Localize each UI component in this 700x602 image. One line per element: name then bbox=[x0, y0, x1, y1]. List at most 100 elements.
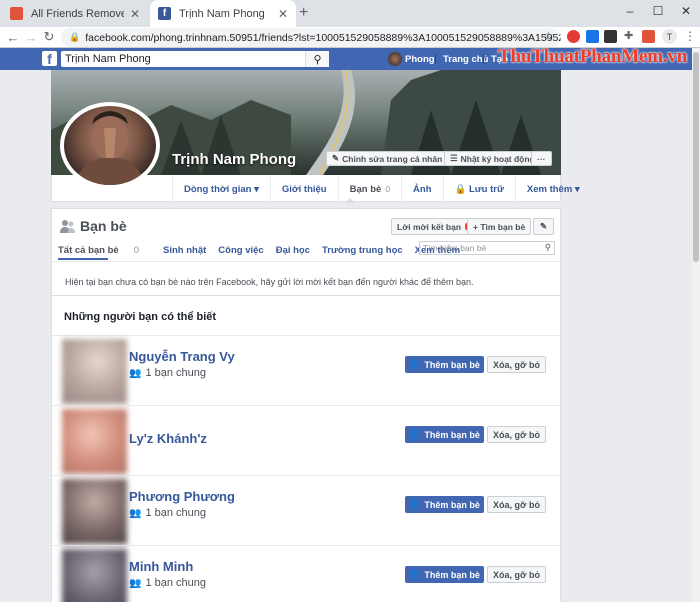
divider bbox=[435, 54, 436, 64]
suggestion-row: Ly'z Khánh'z 👤 Thêm bạn bè Xóa, gỡ bỏ bbox=[52, 405, 560, 476]
home-link[interactable]: Trang chủ bbox=[443, 51, 488, 67]
add-friend-button[interactable]: 👤 Thêm bạn bè bbox=[405, 566, 484, 583]
add-friend-button[interactable]: 👤 Thêm bạn bè bbox=[405, 496, 484, 513]
edit-profile-button[interactable]: ✎ Chỉnh sửa trang cá nhân bbox=[326, 151, 449, 166]
tab-timeline[interactable]: Dòng thời gian ▾ bbox=[172, 176, 270, 202]
extension-orange-icon[interactable] bbox=[642, 30, 655, 43]
tab-title: All Friends Remover for Faceboo bbox=[31, 7, 124, 20]
bookmark-star-icon[interactable]: ☆ bbox=[543, 29, 554, 43]
add-person-icon: 👤 bbox=[409, 569, 421, 579]
suggestion-photo[interactable] bbox=[62, 549, 127, 602]
tab-university[interactable]: Đại học bbox=[276, 245, 310, 256]
suggestion-row: Minh Minh 👥 1 bạn chung 👤 Thêm bạn bè Xóa,… bbox=[52, 545, 560, 602]
search-icon: ⚲ bbox=[544, 242, 551, 252]
user-profile-link[interactable]: Phong bbox=[405, 51, 435, 67]
friends-count: 0 bbox=[385, 184, 391, 194]
extension-blue-icon[interactable] bbox=[586, 30, 599, 43]
tab-friends-label: Bạn bè bbox=[349, 183, 382, 195]
browser-tab-2[interactable]: f Trịnh Nam Phong ✕ bbox=[150, 0, 296, 27]
reload-icon[interactable]: ↻ bbox=[40, 27, 58, 47]
browser-toolbar: ← → ↻ 🔒 facebook.com/phong.trinhnam.5095… bbox=[0, 27, 700, 48]
suggestion-photo[interactable] bbox=[62, 409, 127, 474]
remove-button[interactable]: Xóa, gỡ bỏ bbox=[487, 356, 546, 373]
empty-message: Hiện tại bạn chưa có bạn bè nào trên Fac… bbox=[52, 261, 560, 295]
friends-search-input[interactable]: Tìm kiếm bạn bè ⚲ bbox=[419, 241, 555, 255]
profile-picture[interactable] bbox=[60, 102, 160, 189]
mutual-friends[interactable]: 👥 1 bạn chung bbox=[129, 577, 206, 589]
tab-archive[interactable]: 🔒 Lưu trữ bbox=[442, 176, 515, 202]
mutual-friends[interactable]: 👥 1 bạn chung bbox=[129, 507, 206, 519]
user-avatar[interactable] bbox=[388, 52, 402, 66]
remove-button[interactable]: Xóa, gỡ bỏ bbox=[487, 566, 546, 583]
mutual-friends-label: 1 bạn chung bbox=[145, 577, 207, 589]
suggestion-photo[interactable] bbox=[62, 339, 127, 404]
edit-pencil-icon[interactable]: ✎ bbox=[533, 218, 554, 235]
activity-log-button[interactable]: ☰ Nhật ký hoạt động bbox=[444, 151, 541, 166]
search-icon[interactable]: ⚲ bbox=[305, 51, 329, 67]
profile-avatar[interactable]: T bbox=[662, 29, 677, 44]
friends-icon bbox=[60, 219, 75, 233]
add-friend-label: Thêm bạn bè bbox=[424, 499, 480, 510]
find-friends-button[interactable]: + Tìm bạn bè bbox=[467, 218, 532, 235]
tab-birthdays[interactable]: Sinh nhật bbox=[163, 245, 206, 256]
friends-tabs: Tất cả bạn bè 0 Sinh nhật Công việc Đại h… bbox=[58, 245, 472, 256]
friend-requests-button[interactable]: Lời mời kết bạn 1 bbox=[391, 218, 479, 235]
close-tab-icon[interactable]: ✕ bbox=[278, 7, 288, 21]
page-scrollbar-thumb[interactable] bbox=[693, 52, 699, 262]
minimize-button[interactable]: – bbox=[616, 0, 644, 22]
address-bar[interactable]: 🔒 facebook.com/phong.trinhnam.50951/frie… bbox=[61, 28, 561, 47]
suggestion-row: Phương Phương 👥 1 bạn chung 👤 Thêm bạn bè … bbox=[52, 475, 560, 546]
extension-red-icon[interactable] bbox=[567, 30, 580, 43]
suggestion-photo[interactable] bbox=[62, 479, 127, 544]
add-friend-button[interactable]: 👤 Thêm bạn bè bbox=[405, 426, 484, 443]
close-window-button[interactable]: ✕ bbox=[672, 0, 700, 22]
pymk-title: Những người bạn có thể biết bbox=[52, 295, 560, 335]
facebook-favicon-icon: f bbox=[158, 7, 171, 20]
tab-photos[interactable]: Ảnh bbox=[401, 176, 442, 202]
browser-tab-1[interactable]: All Friends Remover for Faceboo ✕ bbox=[2, 0, 148, 27]
add-person-icon: 👤 bbox=[409, 499, 421, 509]
remove-button[interactable]: Xóa, gỡ bỏ bbox=[487, 496, 546, 513]
browser-tab-strip: All Friends Remover for Faceboo ✕ f Trịn… bbox=[0, 0, 700, 27]
suggestion-name[interactable]: Nguyễn Trang Vy bbox=[129, 349, 235, 364]
menu-kebab-icon[interactable]: ⋮ bbox=[684, 29, 696, 43]
friends-panel: Bạn bè Lời mời kết bạn 1 + Tìm bạn bè ✎ … bbox=[51, 208, 561, 602]
maximize-button[interactable]: ☐ bbox=[644, 0, 672, 22]
suggestion-name[interactable]: Phương Phương bbox=[129, 489, 235, 504]
suggestion-name[interactable]: Ly'z Khánh'z bbox=[129, 431, 207, 446]
tab-more[interactable]: Xem thêm ▾ bbox=[514, 176, 591, 202]
activity-log-label: Nhật ký hoạt động bbox=[460, 153, 535, 164]
suggestion-row: Nguyễn Trang Vy 👥 1 bạn chung 👤 Thêm bạn b… bbox=[52, 335, 560, 406]
profile-portrait bbox=[74, 111, 146, 185]
list-icon: ☰ bbox=[450, 153, 458, 163]
mutual-friends[interactable]: 👥 1 bạn chung bbox=[129, 367, 206, 379]
url-text: facebook.com/phong.trinhnam.50951/friend… bbox=[85, 31, 561, 44]
add-person-icon: 👤 bbox=[409, 429, 421, 439]
active-tab-caret bbox=[345, 198, 355, 203]
people-icon: 👥 bbox=[129, 367, 142, 379]
suggestion-name[interactable]: Minh Minh bbox=[129, 559, 193, 574]
profile-name[interactable]: Trịnh Nam Phong bbox=[172, 151, 296, 168]
edit-profile-label: Chỉnh sửa trang cá nhân bbox=[342, 153, 443, 164]
extension-dark-icon[interactable] bbox=[604, 30, 617, 43]
new-tab-button[interactable]: + bbox=[299, 4, 308, 22]
back-arrow-icon[interactable]: ← bbox=[4, 27, 22, 47]
add-friend-button[interactable]: 👤 Thêm bạn bè bbox=[405, 356, 484, 373]
forward-arrow-icon[interactable]: → bbox=[22, 27, 40, 47]
mutual-friends-label: 1 bạn chung bbox=[145, 367, 207, 379]
more-options-button[interactable]: ··· bbox=[531, 151, 552, 166]
tab-about[interactable]: Giới thiệu bbox=[269, 176, 338, 202]
add-person-icon: 👤 bbox=[409, 359, 421, 369]
close-tab-icon[interactable]: ✕ bbox=[130, 7, 140, 21]
profile-tabs: Dòng thời gian ▾ Giới thiệu Bạn bè 0 Ảnh… bbox=[172, 176, 580, 202]
remove-button[interactable]: Xóa, gỡ bỏ bbox=[487, 426, 546, 443]
facebook-search-input[interactable]: Trịnh Nam Phong bbox=[61, 51, 329, 67]
puzzle-extensions-icon[interactable]: ✚ bbox=[624, 29, 637, 42]
add-friend-label: Thêm bạn bè bbox=[424, 359, 480, 370]
tab-high-school[interactable]: Trường trung học bbox=[322, 245, 403, 256]
lock-icon: 🔒 bbox=[69, 32, 81, 42]
tab-all-friends[interactable]: Tất cả bạn bè 0 bbox=[58, 245, 151, 256]
add-friend-label: Thêm bạn bè bbox=[424, 569, 480, 580]
tab-work[interactable]: Công việc bbox=[218, 245, 263, 256]
facebook-logo-icon[interactable]: f bbox=[42, 51, 57, 66]
